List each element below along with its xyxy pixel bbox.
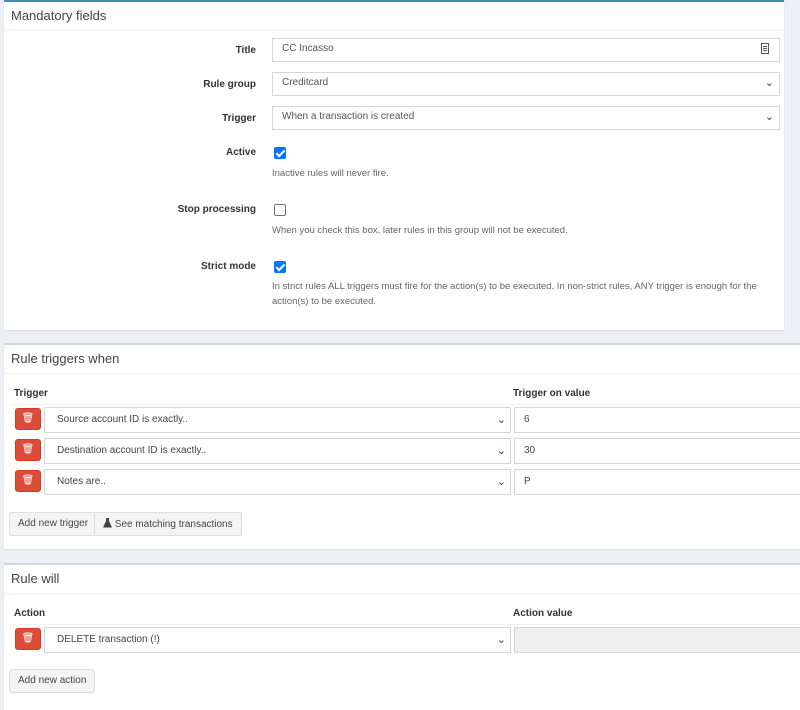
strict-mode-label: Strict mode [200, 261, 256, 272]
header-divider [12, 404, 800, 405]
trigger-value-column-header: Trigger on value [513, 388, 591, 399]
strict-mode-help-text: In strict rules ALL triggers must fire f… [272, 281, 757, 307]
chevron-down-icon: ⌄ [496, 634, 506, 646]
rule-actions-box: Rule will Action Action value 🗑 DELETE t… [4, 563, 800, 710]
chevron-down-icon: ⌄ [764, 111, 774, 123]
trigger-type-select[interactable]: Source account ID is exactly.. ⌄ [44, 407, 511, 433]
trigger-value-text: P [524, 476, 531, 487]
chevron-down-icon: ⌄ [496, 414, 506, 426]
chevron-down-icon: ⌄ [764, 77, 774, 89]
see-matching-transactions-button[interactable]: See matching transactions [94, 512, 242, 536]
active-label: Active [225, 147, 256, 158]
stop-processing-checkbox[interactable] [274, 204, 286, 216]
strict-mode-checkbox[interactable] [274, 261, 286, 273]
title-input[interactable]: CC Incasso [272, 38, 780, 62]
header-divider [12, 624, 800, 625]
rule-group-label: Rule group [203, 79, 256, 90]
active-help-text: Inactive rules will never fire. [272, 168, 389, 179]
stop-processing-label: Stop processing [177, 204, 256, 215]
rule-group-select[interactable]: Creditcard ⌄ [272, 72, 780, 96]
rule-actions-header: Rule will [4, 565, 800, 594]
title-input-value: CC Incasso [282, 43, 334, 54]
delete-trigger-button[interactable]: 🗑 [15, 470, 41, 492]
trigger-label: Trigger [222, 113, 256, 124]
rule-triggers-header: Rule triggers when [4, 345, 800, 374]
see-matching-label: See matching transactions [114, 519, 233, 530]
password-manager-icon[interactable] [761, 43, 769, 57]
add-new-trigger-button[interactable]: Add new trigger [9, 512, 98, 536]
chevron-down-icon: ⌄ [496, 476, 506, 488]
active-checkbox[interactable] [274, 147, 286, 159]
action-type-selected: DELETE transaction (!) [57, 634, 160, 645]
trigger-type-select[interactable]: Destination account ID is exactly.. ⌄ [44, 438, 511, 464]
mandatory-fields-header: Mandatory fields [4, 2, 784, 31]
trigger-value-text: 6 [524, 414, 530, 425]
trigger-type-selected: Source account ID is exactly.. [57, 414, 188, 425]
trigger-type-select[interactable]: Notes are.. ⌄ [44, 469, 511, 495]
action-value-input [514, 627, 800, 653]
mandatory-fields-box: Mandatory fields Title CC Incasso Rule g… [4, 0, 784, 330]
chevron-down-icon: ⌄ [496, 445, 506, 457]
trigger-value-input[interactable]: P [514, 469, 800, 495]
rule-group-selected: Creditcard [282, 77, 329, 88]
add-new-action-button[interactable]: Add new action [9, 669, 96, 693]
flask-icon [103, 518, 115, 530]
action-column-header: Action [14, 608, 46, 619]
trigger-value-text: 30 [524, 445, 536, 456]
delete-action-button[interactable]: 🗑 [15, 628, 41, 650]
action-type-select[interactable]: DELETE transaction (!) ⌄ [44, 627, 511, 653]
trigger-type-selected: Destination account ID is exactly.. [57, 445, 207, 456]
rule-triggers-box: Rule triggers when Trigger Trigger on va… [4, 343, 800, 549]
trigger-selected: When a transaction is created [282, 111, 415, 122]
delete-trigger-button[interactable]: 🗑 [15, 439, 41, 461]
title-label: Title [235, 45, 256, 56]
trigger-column-header: Trigger [14, 388, 48, 399]
trigger-value-input[interactable]: 6 [514, 407, 800, 433]
trigger-type-selected: Notes are.. [57, 476, 106, 487]
trigger-select[interactable]: When a transaction is created ⌄ [272, 106, 780, 130]
delete-trigger-button[interactable]: 🗑 [15, 408, 41, 430]
action-value-column-header: Action value [513, 608, 573, 619]
stop-processing-help-text: When you check this box, later rules in … [272, 225, 568, 236]
trigger-value-input[interactable]: 30 [514, 438, 800, 464]
